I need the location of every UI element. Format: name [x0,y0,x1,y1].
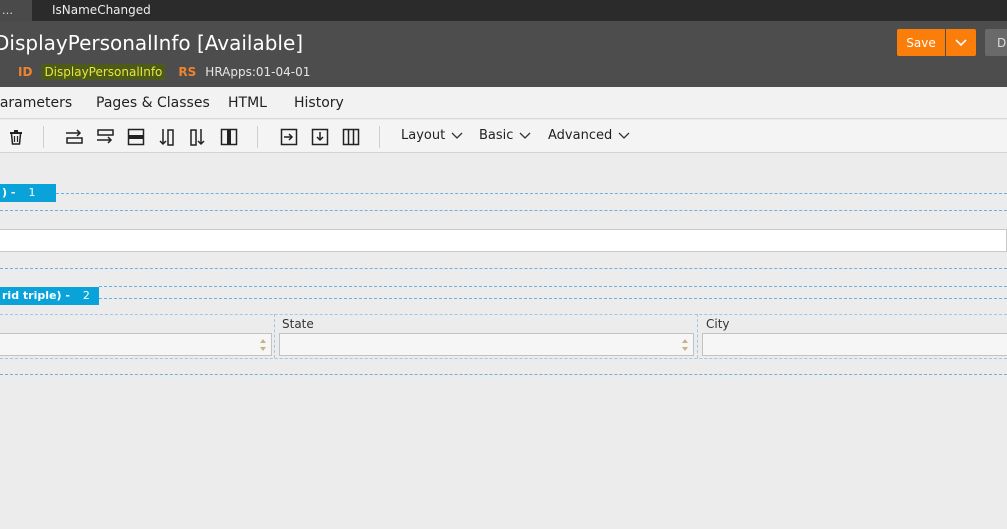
rs-label: RS [178,65,197,79]
layout-2-top-border [99,286,1007,287]
toolbar-separator [257,126,258,148]
field-1-select[interactable] [0,333,272,356]
row-icon[interactable] [126,127,146,147]
field-state-select[interactable] [279,333,694,356]
basic-menu[interactable]: Basic [479,128,531,143]
layout-2-number: 2 [82,289,90,302]
field-city-label: City [706,317,730,331]
column-divider [274,314,275,358]
layout-2-row-bottom [0,358,1007,359]
rs-value[interactable]: HRApps:01-04-01 [205,65,310,79]
d-button[interactable]: D [985,29,1007,56]
sort-arrows-icon [682,339,688,351]
page-title: DisplayPersonalInfo [Available] [0,31,304,55]
layout-1-cell[interactable] [0,229,1007,252]
insert-row-before-icon[interactable] [64,127,84,147]
column-divider [697,314,698,358]
columns-icon[interactable] [341,127,361,147]
layout-2-row-top [0,314,1007,315]
id-value: DisplayPersonalInfo [41,64,166,80]
toolbar-separator [43,126,44,148]
field-city-input[interactable] [702,333,1007,356]
layout-1-label: ) - [2,186,16,199]
tab-pages-classes[interactable]: Pages & Classes [96,95,210,111]
chevron-down-icon [451,132,463,139]
rule-header: DisplayPersonalInfo [Available] ID Displ… [0,21,1007,87]
tab-isnamechanged[interactable]: IsNameChanged [52,0,151,21]
advanced-menu-label: Advanced [548,128,613,143]
insert-row-after-icon[interactable] [95,127,115,147]
layout-1-bottom-border [0,268,1007,269]
layout-1-number: 1 [28,186,36,199]
tab-html[interactable]: HTML [228,95,267,111]
chevron-down-icon [519,132,531,139]
layout-menu-label: Layout [401,128,446,143]
column-icon[interactable] [219,127,239,147]
layout-menu[interactable]: Layout [401,128,463,143]
chevron-down-icon [955,38,967,46]
rule-tabs: Parameters Pages & Classes HTML History [0,87,1007,119]
save-button[interactable]: Save [897,29,945,56]
layout-2-header-border [99,298,1007,299]
basic-menu-label: Basic [479,128,514,143]
tab-parameters[interactable]: Parameters [0,95,72,111]
insert-column-after-icon[interactable] [188,127,208,147]
toolbar-separator [379,126,380,148]
layout-2-label: rid triple) - [2,289,70,302]
move-right-icon[interactable] [279,127,299,147]
layout-1-badge[interactable]: ) - 1 [0,184,56,202]
move-down-icon[interactable] [310,127,330,147]
trash-icon[interactable] [6,127,26,147]
tab-strip: … IsNameChanged [0,0,1007,21]
tab-partial[interactable]: … [0,0,32,21]
layout-2-bottom-border [0,374,1007,375]
layout-1-top-border [56,193,1007,194]
insert-column-before-icon[interactable] [157,127,177,147]
rule-meta: ID DisplayPersonalInfo RS HRApps:01-04-0… [18,63,310,81]
chevron-down-icon [618,132,630,139]
sort-arrows-icon [260,339,266,351]
save-dropdown-button[interactable] [946,29,976,56]
field-state-label: State [282,317,314,331]
layout-1-inner-border [0,210,1007,211]
id-label: ID [18,65,33,79]
advanced-menu[interactable]: Advanced [548,128,630,143]
layout-2-badge[interactable]: rid triple) - 2 [0,287,99,305]
tab-history[interactable]: History [294,95,344,111]
layout-toolbar: Layout Basic Advanced [0,120,1007,153]
